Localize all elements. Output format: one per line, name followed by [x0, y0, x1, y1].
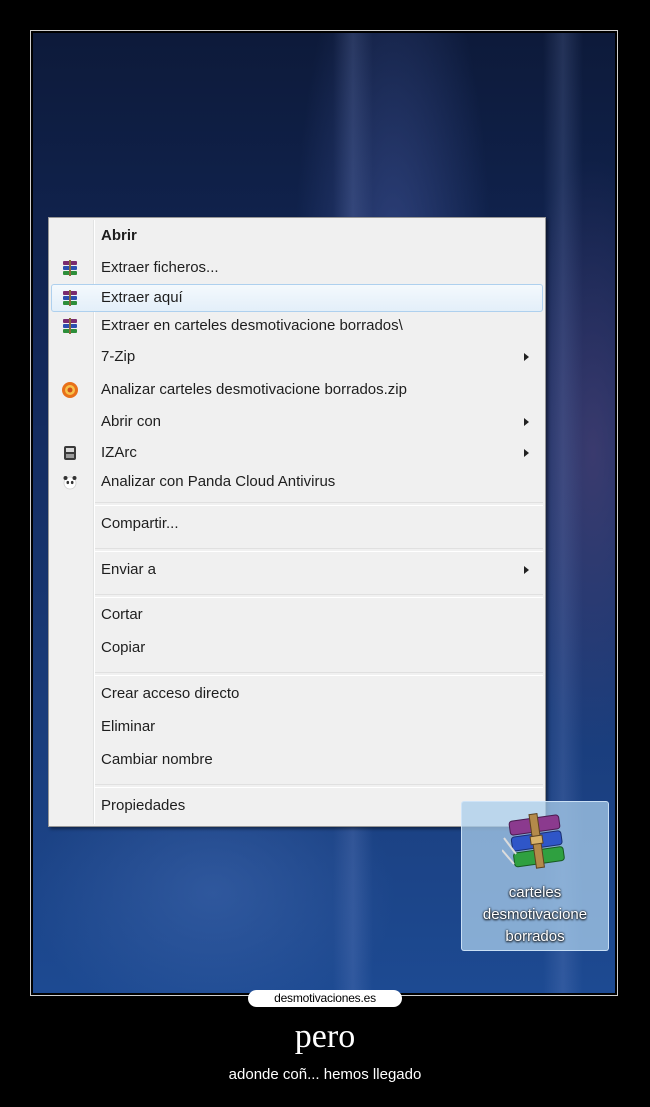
submenu-arrow-icon: [524, 449, 529, 457]
menu-item-label: Cortar: [101, 606, 143, 623]
menu-separator: [95, 784, 543, 788]
menu-item-eliminar[interactable]: Eliminar: [51, 713, 543, 741]
menu-item-compartir[interactable]: Compartir...: [51, 510, 543, 538]
menu-item-analizar-zip[interactable]: Analizar carteles desmotivacione borrado…: [51, 376, 543, 404]
menu-item-izarc[interactable]: IZArc: [51, 439, 543, 467]
menu-item-enviar-a[interactable]: Enviar a: [51, 556, 543, 584]
winrar-icon: [63, 290, 77, 306]
menu-item-label: Copiar: [101, 639, 146, 656]
menu-item-label: Extraer en carteles desmotivacione borra…: [101, 317, 403, 334]
menu-item-label: 7-Zip: [101, 348, 136, 365]
menu-item-copiar[interactable]: Copiar: [51, 634, 543, 662]
winrar-icon: [63, 318, 77, 334]
menu-item-label: Cambiar nombre: [101, 751, 213, 768]
menu-item-label: Abrir: [101, 227, 137, 244]
poster-subtitle: adonde coñ... hemos llegado: [228, 1066, 422, 1083]
submenu-arrow-icon: [524, 566, 529, 574]
menu-separator: [95, 502, 543, 506]
desktop-file-label: carteles desmotivacione borrados: [462, 882, 608, 948]
brand-logo: desmotivaciones.es: [248, 990, 402, 1007]
menu-item-label: Enviar a: [101, 561, 157, 578]
screenshot-frame: Abrir Extraer ficheros... Extraer aquí E…: [30, 30, 618, 996]
submenu-arrow-icon: [524, 418, 529, 426]
menu-separator: [95, 672, 543, 676]
winrar-archive-icon: [502, 813, 565, 869]
menu-item-abrir[interactable]: Abrir: [51, 222, 543, 250]
panda-icon: [63, 476, 77, 490]
menu-item-extraer-aqui[interactable]: Extraer aquí: [51, 284, 543, 312]
context-menu: Abrir Extraer ficheros... Extraer aquí E…: [48, 217, 546, 827]
menu-item-label: Compartir...: [101, 515, 179, 532]
menu-item-7zip[interactable]: 7-Zip: [51, 343, 543, 371]
menu-item-cambiar-nombre[interactable]: Cambiar nombre: [51, 746, 543, 774]
menu-item-label: Abrir con: [101, 413, 162, 430]
menu-item-label: Extraer aquí: [101, 289, 183, 306]
menu-separator: [95, 548, 543, 552]
submenu-arrow-icon: [524, 353, 529, 361]
menu-item-label: Propiedades: [101, 797, 186, 814]
menu-separator: [95, 594, 543, 598]
menu-item-crear-acceso-directo[interactable]: Crear acceso directo: [51, 680, 543, 708]
poster-title: pero: [294, 1018, 356, 1055]
file-label-line: desmotivacione: [482, 906, 588, 923]
file-label-line: borrados: [505, 928, 565, 945]
poster: Abrir Extraer ficheros... Extraer aquí E…: [0, 0, 650, 1107]
menu-item-label: Analizar con Panda Cloud Antivirus: [101, 473, 336, 490]
menu-item-label: IZArc: [101, 444, 137, 461]
menu-item-panda-antivirus[interactable]: Analizar con Panda Cloud Antivirus: [51, 468, 543, 496]
menu-item-abrir-con[interactable]: Abrir con: [51, 408, 543, 436]
winrar-icon: [63, 260, 77, 276]
menu-item-extraer-en[interactable]: Extraer en carteles desmotivacione borra…: [51, 312, 543, 340]
menu-item-label: Eliminar: [101, 718, 156, 735]
desktop-background: Abrir Extraer ficheros... Extraer aquí E…: [33, 33, 615, 993]
file-label-line: carteles: [508, 884, 562, 901]
desktop-file-selected[interactable]: carteles desmotivacione borrados: [461, 801, 609, 951]
menu-item-extraer-ficheros[interactable]: Extraer ficheros...: [51, 254, 543, 282]
izarc-icon: [64, 446, 76, 460]
menu-item-label: Crear acceso directo: [101, 685, 240, 702]
antivirus-scan-icon: [62, 382, 78, 398]
menu-item-label: Analizar carteles desmotivacione borrado…: [101, 381, 407, 398]
menu-item-label: Extraer ficheros...: [101, 259, 219, 276]
menu-item-cortar[interactable]: Cortar: [51, 601, 543, 629]
